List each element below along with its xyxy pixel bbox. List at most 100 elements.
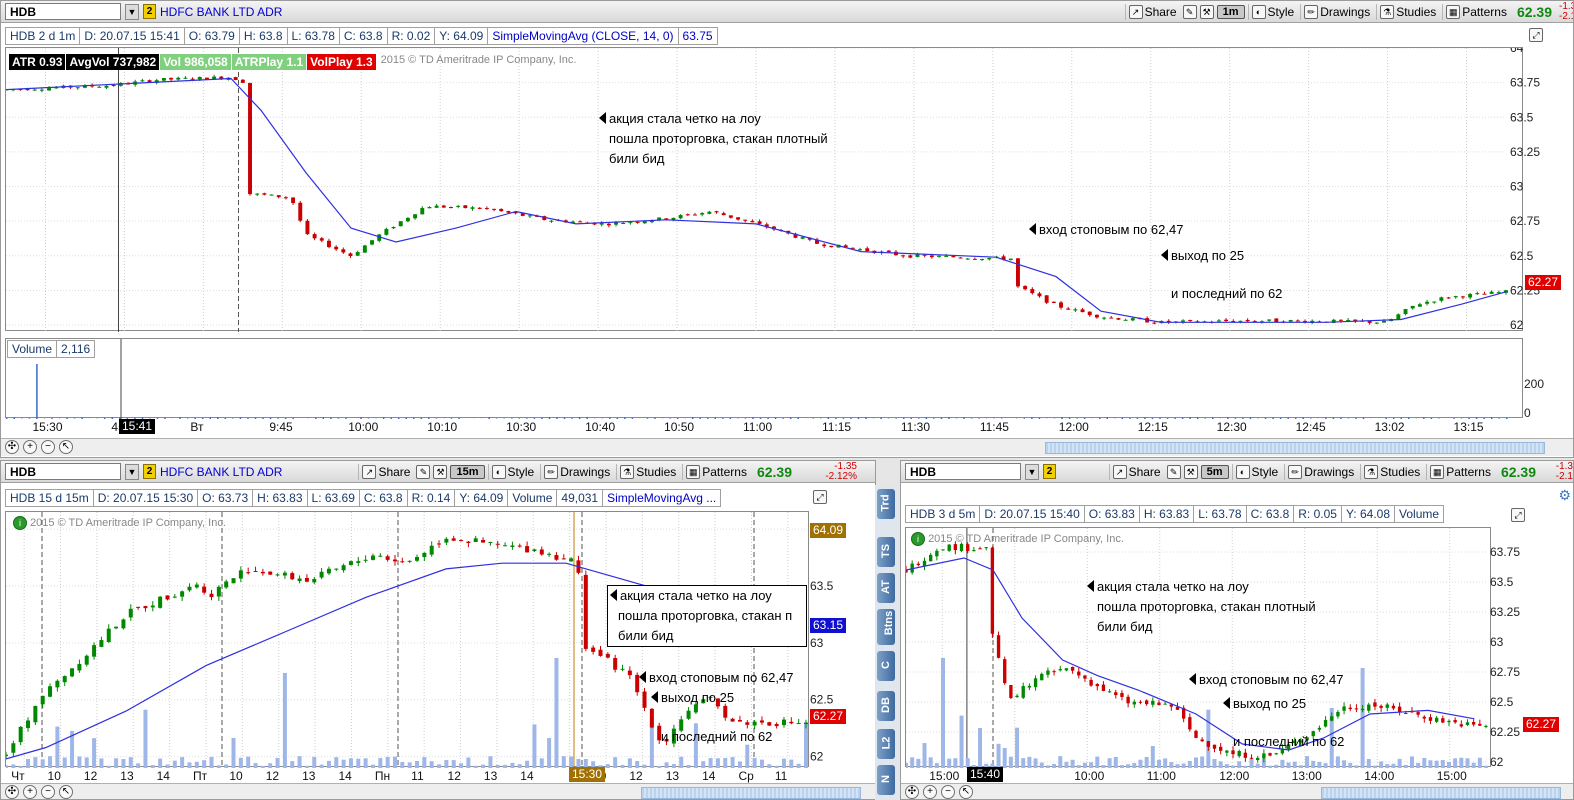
volume-bar [744,418,747,419]
side-tab-c[interactable]: C [877,651,895,681]
br-cursor-icon[interactable]: ↖ [959,785,973,799]
top-cursor-icon[interactable]: ↖ [59,440,73,454]
top-price-plot[interactable]: 64 63.75 63.5 63.25 63 62.75 62.5 62.25 62 [4,41,1540,332]
side-tab-n[interactable]: N [877,765,895,795]
bl-studies-button[interactable]: ⚗ Studies [616,464,679,480]
volume-bar [1506,417,1508,419]
bl-zoom-out-icon[interactable]: − [41,785,55,799]
br-scrollbar-thumb[interactable] [1321,787,1561,799]
br-style-button[interactable]: ◐ Style [1231,464,1282,480]
volume-bar [473,765,478,768]
br-link-badge[interactable]: 2 [1043,464,1056,479]
bl-drawings-button[interactable]: ✏ Drawings [540,464,613,480]
bl-link-badge[interactable]: 2 [143,464,156,479]
volume-bar [1403,764,1408,768]
volume-bar [642,764,647,768]
volume-bar [231,738,236,768]
top-drawings-button[interactable]: ✏ Drawings [1300,4,1373,20]
top-symbol-dropdown-icon[interactable]: ▼ [125,3,139,20]
side-tab-trd[interactable]: Trd [877,489,895,519]
pencil-icon: ✏ [544,465,559,479]
br-aggregation-button[interactable]: 5m [1200,465,1229,479]
br-symbol-input[interactable]: HDB [905,463,1021,480]
bl-wrench-icon[interactable]: ⚒ [433,465,448,479]
bl-aggregation-button[interactable]: 15m [450,465,485,479]
x-tick-label: 15:00 [929,769,960,783]
top-style-button[interactable]: ◐ Style [1247,4,1298,20]
bl-scrollbar-thumb[interactable] [641,787,861,799]
top-annotation-4: и последний по 62 [1171,286,1283,301]
top-change-pct: -2.1 [1559,11,1573,22]
candle-body [1123,319,1128,321]
candle-body [158,596,163,608]
candle-body [1064,668,1069,671]
bl-style-button[interactable]: ◐ Style [487,464,538,480]
side-tab-l2[interactable]: L2 [877,729,895,759]
top-patterns-button[interactable]: ▦ Patterns [1442,4,1510,20]
br-expand-icon[interactable]: ⤢ [1511,507,1525,522]
top-wrench-icon[interactable]: ⚒ [1199,5,1214,19]
candle-body [1224,319,1229,322]
br-move-icon[interactable]: ✣ [905,785,919,799]
candle-body [517,545,522,547]
y-tick-label: 62 [1510,318,1524,332]
volume-bar [1212,759,1217,768]
candle-body [1120,693,1124,697]
bl-patterns-button[interactable]: ▦ Patterns [682,464,750,480]
br-zoom-out-icon[interactable]: − [941,785,955,799]
candle-body [255,193,260,195]
top-symbol-input[interactable]: HDB [5,3,121,20]
bl-tools-icon[interactable]: ✎ [416,465,431,479]
candle-body [1200,739,1204,742]
top-info-bar: HDB 2 d 1m D: 20.07.15 15:41 O: 63.79 H:… [5,27,718,45]
volume-bar [1163,758,1168,768]
candle-body [1094,314,1099,318]
side-tab-ts[interactable]: TS [877,537,895,567]
volume-bar [548,417,551,419]
bl-zoom-in-icon[interactable]: + [23,785,37,799]
candle-body [591,647,596,652]
bl-cursor-icon[interactable]: ↖ [59,785,73,799]
br-share-button[interactable]: ↗ Share [1108,464,1164,480]
top-scrollbar-thumb[interactable] [1045,442,1545,454]
volume-bar [1385,764,1390,768]
top-zoom-in-icon[interactable]: + [23,440,37,454]
br-symbol-dropdown-icon[interactable]: ▼ [1025,463,1039,480]
candle-body [246,572,251,574]
side-tab-btns[interactable]: Btns [877,609,895,645]
top-chart-window: HDB ▼ 2 HDFC BANK LTD ADR ↗ Share ✎ ⚒ 1m … [0,0,1574,458]
br-zoom-in-icon[interactable]: + [923,785,937,799]
candle-body [33,705,38,723]
info-icon[interactable]: i [13,516,27,530]
br-gear-icon[interactable]: ⚙ [1558,487,1571,504]
volume-bar [172,760,177,768]
br-studies-button[interactable]: ⚗ Studies [1360,464,1423,480]
top-zoom-out-icon[interactable]: − [41,440,55,454]
top-studies-button[interactable]: ⚗ Studies [1376,4,1439,20]
br-tools-icon[interactable]: ✎ [1166,465,1181,479]
top-move-icon[interactable]: ✣ [5,440,19,454]
br-patterns-button[interactable]: ▦ Patterns [1426,464,1494,480]
candle-body [578,221,583,223]
info-icon[interactable]: i [911,532,925,546]
y-tick-label: 62.5 [1490,695,1514,709]
bl-expand-icon[interactable]: ⤢ [813,489,827,504]
top-aggregation-button[interactable]: 1m [1216,5,1245,19]
top-share-button[interactable]: ↗ Share [1124,4,1180,20]
candle-body [197,76,202,80]
br-drawings-button[interactable]: ✏ Drawings [1284,464,1357,480]
top-expand-icon[interactable]: ⤢ [1529,27,1543,42]
br-price-plot[interactable]: 63.75 63.5 63.25 63 62.75 62.5 62.25 62 [904,527,1520,769]
bl-share-button[interactable]: ↗ Share [358,464,413,480]
top-link-badge[interactable]: 2 [143,4,156,19]
bl-move-icon[interactable]: ✣ [5,785,19,799]
candle-body [190,78,195,80]
side-tab-at[interactable]: AT [877,573,895,603]
top-tools-icon[interactable]: ✎ [1182,5,1197,19]
bl-symbol-dropdown-icon[interactable]: ▼ [125,463,139,480]
br-wrench-icon[interactable]: ⚒ [1183,465,1198,479]
side-tab-db[interactable]: DB [877,691,895,721]
candle-body [822,244,827,247]
candle-body [944,255,949,257]
bl-symbol-input[interactable]: HDB [5,463,121,480]
